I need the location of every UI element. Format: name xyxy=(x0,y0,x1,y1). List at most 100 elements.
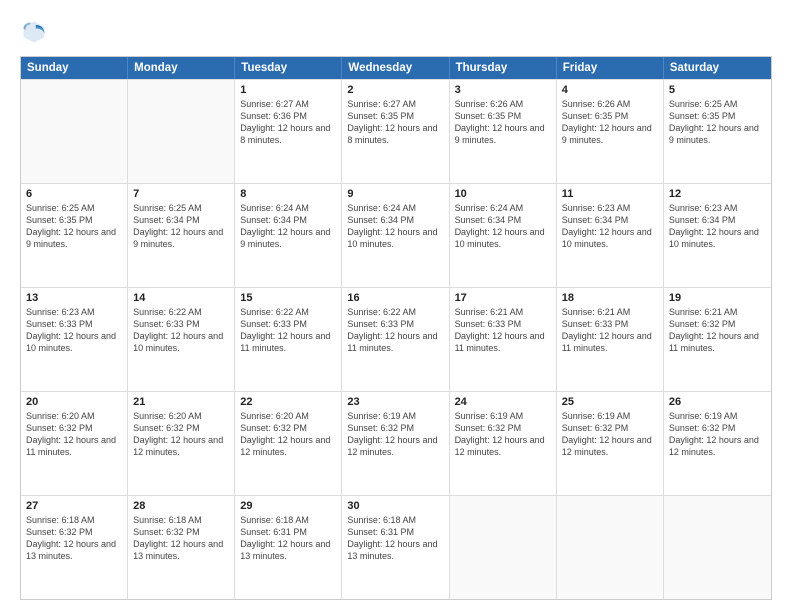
day-number: 9 xyxy=(347,188,443,200)
header-day-friday: Friday xyxy=(557,57,664,79)
calendar-row-0: 1Sunrise: 6:27 AM Sunset: 6:36 PM Daylig… xyxy=(21,79,771,183)
day-detail: Sunrise: 6:21 AM Sunset: 6:32 PM Dayligh… xyxy=(669,306,766,355)
day-number: 25 xyxy=(562,396,658,408)
day-cell-1: 1Sunrise: 6:27 AM Sunset: 6:36 PM Daylig… xyxy=(235,80,342,183)
header xyxy=(20,18,772,46)
day-cell-2: 2 Sunrise: 6:27 AM Sunset: 6:35 PM Daylig… xyxy=(342,80,449,183)
day-detail: Sunrise: 6:23 AM Sunset: 6:34 PM Dayligh… xyxy=(562,202,658,251)
day-cell-6: 6 Sunrise: 6:25 AM Sunset: 6:35 PM Daylig… xyxy=(21,184,128,287)
header-day-monday: Monday xyxy=(128,57,235,79)
day-cell-24: 24 Sunrise: 6:19 AM Sunset: 6:32 PM Dayli… xyxy=(450,392,557,495)
header-day-wednesday: Wednesday xyxy=(342,57,449,79)
day-detail: Sunrise: 6:24 AM Sunset: 6:34 PM Dayligh… xyxy=(347,202,443,251)
day-number: 12 xyxy=(669,188,766,200)
day-number: 4 xyxy=(562,84,658,96)
day-detail: Sunrise: 6:20 AM Sunset: 6:32 PM Dayligh… xyxy=(26,410,122,459)
header-day-thursday: Thursday xyxy=(450,57,557,79)
day-detail: Sunrise: 6:24 AM Sunset: 6:34 PM Dayligh… xyxy=(455,202,551,251)
day-detail: Sunrise: 6:20 AM Sunset: 6:32 PM Dayligh… xyxy=(133,410,229,459)
empty-cell-r0c1 xyxy=(128,80,235,183)
header-day-tuesday: Tuesday xyxy=(235,57,342,79)
day-detail: Sunrise: 6:18 AM Sunset: 6:32 PM Dayligh… xyxy=(133,514,229,563)
day-detail: Sunrise: 6:23 AM Sunset: 6:33 PM Dayligh… xyxy=(26,306,122,355)
day-cell-11: 11 Sunrise: 6:23 AM Sunset: 6:34 PM Dayli… xyxy=(557,184,664,287)
day-detail: Sunrise: 6:22 AM Sunset: 6:33 PM Dayligh… xyxy=(133,306,229,355)
day-number: 26 xyxy=(669,396,766,408)
day-number: 11 xyxy=(562,188,658,200)
day-cell-23: 23Sunrise: 6:19 AM Sunset: 6:32 PM Dayli… xyxy=(342,392,449,495)
day-number: 6 xyxy=(26,188,122,200)
empty-cell-r4c6 xyxy=(664,496,771,599)
day-cell-21: 21 Sunrise: 6:20 AM Sunset: 6:32 PM Dayli… xyxy=(128,392,235,495)
day-detail: Sunrise: 6:25 AM Sunset: 6:35 PM Dayligh… xyxy=(26,202,122,251)
day-number: 10 xyxy=(455,188,551,200)
day-number: 1 xyxy=(240,84,336,96)
header-day-saturday: Saturday xyxy=(664,57,771,79)
day-detail: Sunrise: 6:21 AM Sunset: 6:33 PM Dayligh… xyxy=(455,306,551,355)
empty-cell-r0c0 xyxy=(21,80,128,183)
day-detail: Sunrise: 6:25 AM Sunset: 6:34 PM Dayligh… xyxy=(133,202,229,251)
logo xyxy=(20,18,52,46)
day-detail: Sunrise: 6:18 AM Sunset: 6:31 PM Dayligh… xyxy=(347,514,443,563)
day-detail: Sunrise: 6:22 AM Sunset: 6:33 PM Dayligh… xyxy=(240,306,336,355)
empty-cell-r4c4 xyxy=(450,496,557,599)
day-number: 21 xyxy=(133,396,229,408)
day-cell-8: 8 Sunrise: 6:24 AM Sunset: 6:34 PM Daylig… xyxy=(235,184,342,287)
day-cell-22: 22 Sunrise: 6:20 AM Sunset: 6:32 PM Dayli… xyxy=(235,392,342,495)
header-day-sunday: Sunday xyxy=(21,57,128,79)
day-cell-12: 12 Sunrise: 6:23 AM Sunset: 6:34 PM Dayli… xyxy=(664,184,771,287)
day-number: 29 xyxy=(240,500,336,512)
day-cell-29: 29 Sunrise: 6:18 AM Sunset: 6:31 PM Dayli… xyxy=(235,496,342,599)
calendar-row-1: 6 Sunrise: 6:25 AM Sunset: 6:35 PM Daylig… xyxy=(21,183,771,287)
day-detail: Sunrise: 6:26 AM Sunset: 6:35 PM Dayligh… xyxy=(455,98,551,147)
day-number: 27 xyxy=(26,500,122,512)
day-number: 13 xyxy=(26,292,122,304)
day-number: 22 xyxy=(240,396,336,408)
day-cell-10: 10 Sunrise: 6:24 AM Sunset: 6:34 PM Dayli… xyxy=(450,184,557,287)
day-cell-28: 28 Sunrise: 6:18 AM Sunset: 6:32 PM Dayli… xyxy=(128,496,235,599)
empty-cell-r4c5 xyxy=(557,496,664,599)
day-detail: Sunrise: 6:27 AM Sunset: 6:35 PM Dayligh… xyxy=(347,98,443,147)
calendar-row-4: 27 Sunrise: 6:18 AM Sunset: 6:32 PM Dayli… xyxy=(21,495,771,599)
day-cell-14: 14Sunrise: 6:22 AM Sunset: 6:33 PM Dayli… xyxy=(128,288,235,391)
day-number: 3 xyxy=(455,84,551,96)
day-number: 15 xyxy=(240,292,336,304)
day-number: 2 xyxy=(347,84,443,96)
day-number: 23 xyxy=(347,396,443,408)
day-number: 18 xyxy=(562,292,658,304)
day-cell-27: 27Sunrise: 6:18 AM Sunset: 6:32 PM Dayli… xyxy=(21,496,128,599)
day-detail: Sunrise: 6:20 AM Sunset: 6:32 PM Dayligh… xyxy=(240,410,336,459)
day-cell-19: 19 Sunrise: 6:21 AM Sunset: 6:32 PM Dayli… xyxy=(664,288,771,391)
day-number: 24 xyxy=(455,396,551,408)
day-detail: Sunrise: 6:22 AM Sunset: 6:33 PM Dayligh… xyxy=(347,306,443,355)
day-cell-20: 20Sunrise: 6:20 AM Sunset: 6:32 PM Dayli… xyxy=(21,392,128,495)
day-cell-18: 18 Sunrise: 6:21 AM Sunset: 6:33 PM Dayli… xyxy=(557,288,664,391)
day-detail: Sunrise: 6:19 AM Sunset: 6:32 PM Dayligh… xyxy=(455,410,551,459)
day-number: 8 xyxy=(240,188,336,200)
day-detail: Sunrise: 6:19 AM Sunset: 6:32 PM Dayligh… xyxy=(669,410,766,459)
day-detail: Sunrise: 6:24 AM Sunset: 6:34 PM Dayligh… xyxy=(240,202,336,251)
day-cell-5: 5 Sunrise: 6:25 AM Sunset: 6:35 PM Daylig… xyxy=(664,80,771,183)
day-detail: Sunrise: 6:21 AM Sunset: 6:33 PM Dayligh… xyxy=(562,306,658,355)
day-cell-4: 4Sunrise: 6:26 AM Sunset: 6:35 PM Daylig… xyxy=(557,80,664,183)
day-number: 28 xyxy=(133,500,229,512)
calendar-row-3: 20Sunrise: 6:20 AM Sunset: 6:32 PM Dayli… xyxy=(21,391,771,495)
day-number: 5 xyxy=(669,84,766,96)
calendar-header: SundayMondayTuesdayWednesdayThursdayFrid… xyxy=(21,57,771,79)
logo-icon xyxy=(20,18,48,46)
day-detail: Sunrise: 6:25 AM Sunset: 6:35 PM Dayligh… xyxy=(669,98,766,147)
day-detail: Sunrise: 6:23 AM Sunset: 6:34 PM Dayligh… xyxy=(669,202,766,251)
day-detail: Sunrise: 6:18 AM Sunset: 6:31 PM Dayligh… xyxy=(240,514,336,563)
day-cell-9: 9 Sunrise: 6:24 AM Sunset: 6:34 PM Daylig… xyxy=(342,184,449,287)
day-cell-30: 30 Sunrise: 6:18 AM Sunset: 6:31 PM Dayli… xyxy=(342,496,449,599)
day-number: 30 xyxy=(347,500,443,512)
day-detail: Sunrise: 6:19 AM Sunset: 6:32 PM Dayligh… xyxy=(562,410,658,459)
calendar: SundayMondayTuesdayWednesdayThursdayFrid… xyxy=(20,56,772,600)
day-cell-26: 26 Sunrise: 6:19 AM Sunset: 6:32 PM Dayli… xyxy=(664,392,771,495)
day-cell-25: 25 Sunrise: 6:19 AM Sunset: 6:32 PM Dayli… xyxy=(557,392,664,495)
day-number: 19 xyxy=(669,292,766,304)
day-cell-15: 15 Sunrise: 6:22 AM Sunset: 6:33 PM Dayli… xyxy=(235,288,342,391)
day-cell-3: 3 Sunrise: 6:26 AM Sunset: 6:35 PM Daylig… xyxy=(450,80,557,183)
day-number: 16 xyxy=(347,292,443,304)
day-number: 7 xyxy=(133,188,229,200)
